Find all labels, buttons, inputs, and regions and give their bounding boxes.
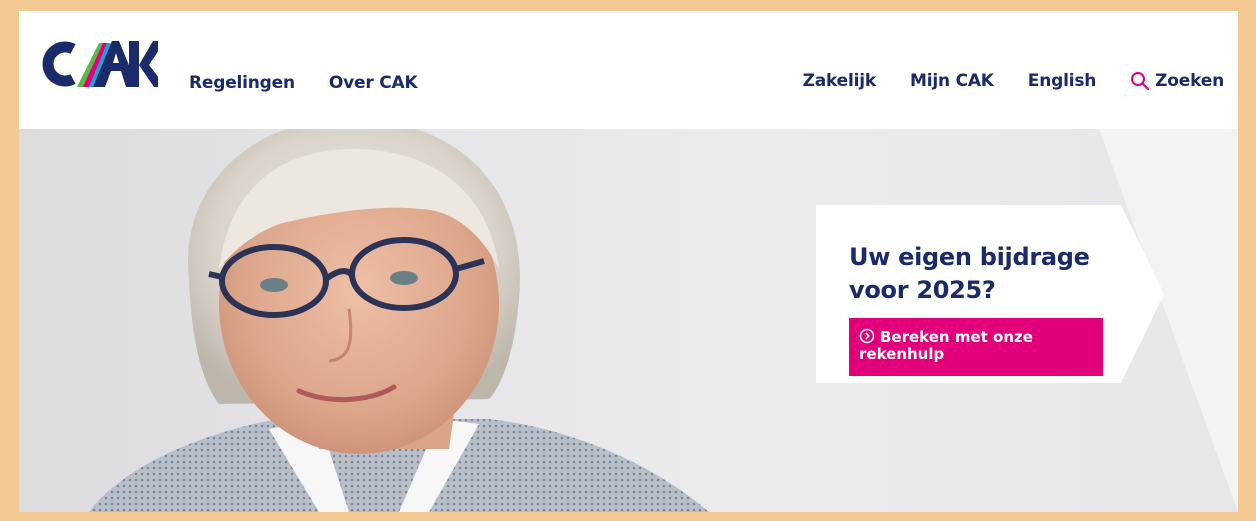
promo-card: Uw eigen bijdrage voor 2025? Bereken met… <box>816 205 1164 383</box>
nav-link-regelingen[interactable]: Regelingen <box>189 73 295 93</box>
site-header: Regelingen Over CAK Zakelijk Mijn CAK En… <box>19 11 1238 129</box>
nav-link-english[interactable]: English <box>1028 71 1097 91</box>
search-label: Zoeken <box>1155 71 1224 91</box>
calculate-button-label: Bereken met onze rekenhulp <box>859 328 1033 363</box>
cak-logo[interactable] <box>33 39 158 89</box>
page-frame: Regelingen Over CAK Zakelijk Mijn CAK En… <box>19 11 1238 512</box>
nav-link-mijn-cak[interactable]: Mijn CAK <box>910 71 994 91</box>
primary-nav: Regelingen Over CAK <box>189 73 418 93</box>
promo-title: Uw eigen bijdrage voor 2025? <box>849 243 1090 304</box>
chevron-circle-right-icon <box>859 328 875 344</box>
hero-banner: Uw eigen bijdrage voor 2025? Bereken met… <box>19 129 1238 512</box>
search-button[interactable]: Zoeken <box>1130 71 1224 91</box>
secondary-nav: Zakelijk Mijn CAK English Zoeken <box>803 71 1225 91</box>
search-icon <box>1131 72 1150 91</box>
calculate-button[interactable]: Bereken met onze rekenhulp <box>849 318 1103 376</box>
nav-link-zakelijk[interactable]: Zakelijk <box>803 71 877 91</box>
nav-link-over-cak[interactable]: Over CAK <box>329 73 418 93</box>
